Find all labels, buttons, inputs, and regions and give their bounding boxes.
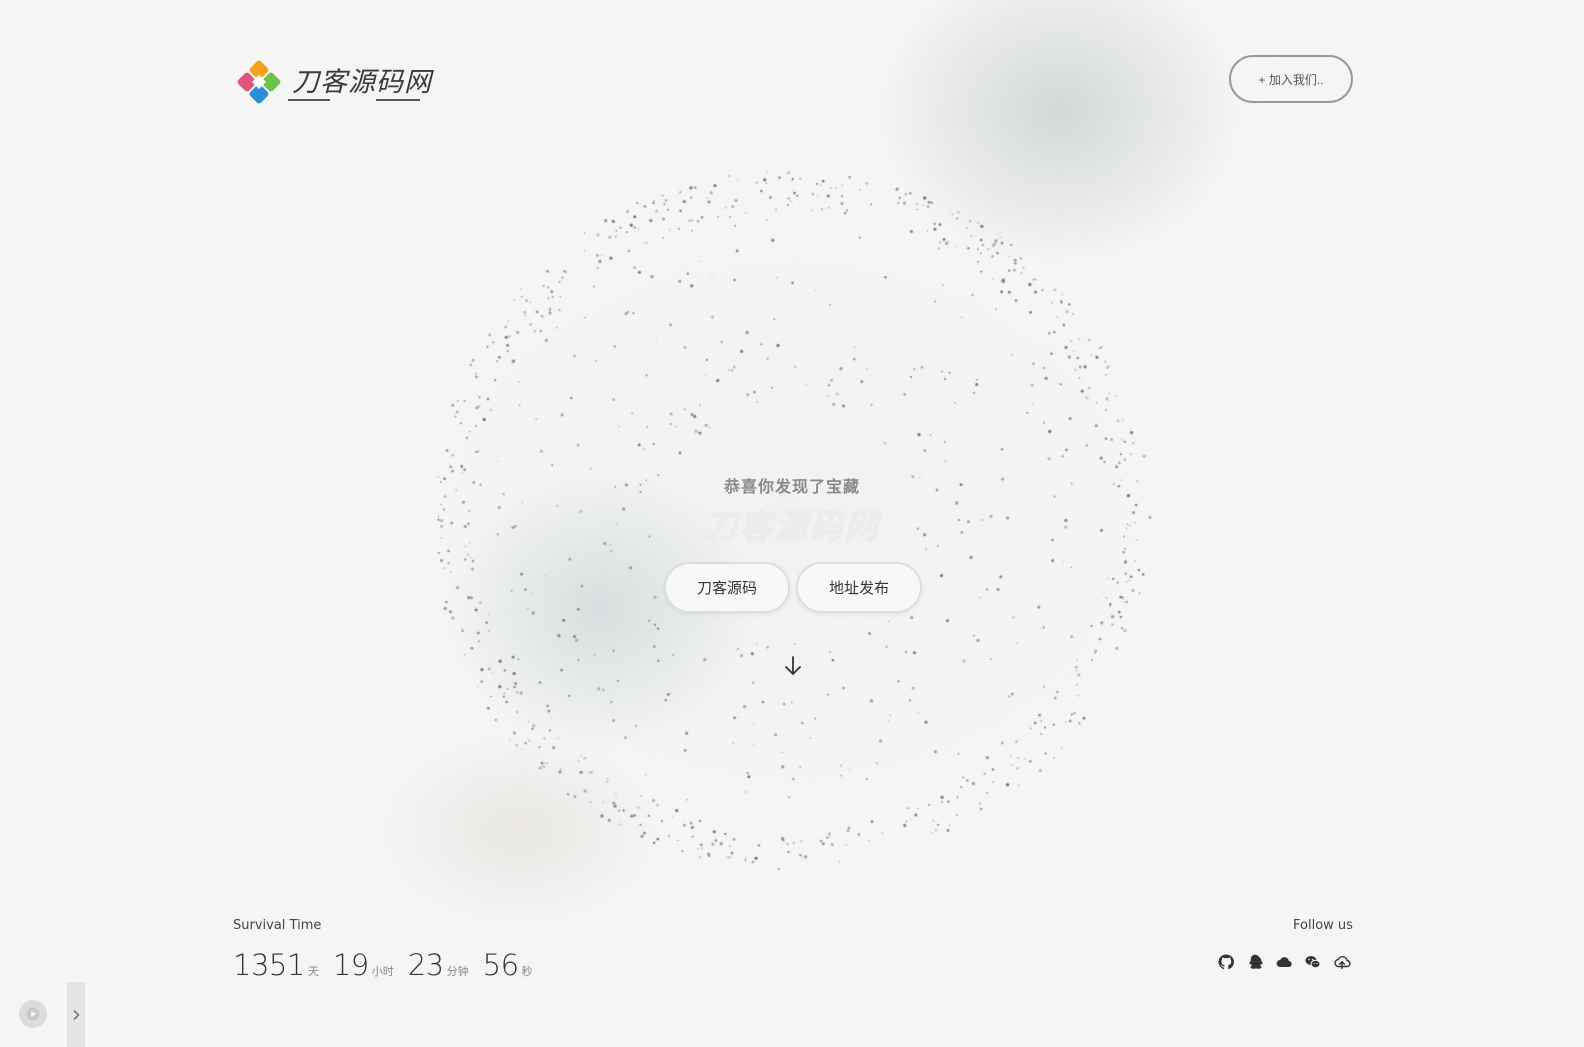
seconds-unit: 秒	[521, 965, 533, 978]
github-icon[interactable]	[1217, 953, 1235, 971]
player-expand-tab[interactable]	[67, 982, 85, 1047]
social-links	[1217, 953, 1351, 971]
hero-subtitle: 恭喜你发现了宝藏	[723, 477, 860, 496]
cloud-icon[interactable]	[1275, 953, 1293, 971]
days-value: 1351	[233, 948, 305, 982]
logo-mark-icon	[237, 60, 281, 104]
scroll-down-arrow-icon[interactable]	[783, 655, 803, 677]
days-unit: 天	[307, 965, 319, 978]
logo-underline	[288, 99, 420, 101]
join-us-button[interactable]: + 加入我们..	[1229, 55, 1353, 103]
wechat-icon[interactable]	[1304, 953, 1322, 971]
chevron-right-icon	[73, 1009, 80, 1020]
daoke-source-button[interactable]: 刀客源码	[664, 562, 790, 613]
follow-us-label: Follow us	[1293, 918, 1353, 933]
survival-time-label: Survival Time	[233, 918, 322, 933]
logo-text: 刀客源码网	[292, 66, 432, 98]
play-icon	[26, 1007, 40, 1021]
minutes-unit: 分钟	[446, 965, 469, 978]
hero-title: 刀客源码网	[704, 507, 880, 546]
cloud-upload-icon[interactable]	[1333, 953, 1351, 971]
minutes-value: 23	[407, 948, 444, 982]
hours-unit: 小时	[371, 965, 394, 978]
qq-icon[interactable]	[1246, 953, 1264, 971]
hours-value: 19	[332, 948, 369, 982]
address-publish-button[interactable]: 地址发布	[796, 562, 922, 613]
music-play-button[interactable]	[19, 1000, 47, 1028]
survival-counter: 1351 天 19 小时 23 分钟 56 秒	[233, 948, 547, 982]
seconds-value: 56	[482, 948, 519, 982]
hero-button-row: 刀客源码 地址发布	[664, 562, 922, 613]
